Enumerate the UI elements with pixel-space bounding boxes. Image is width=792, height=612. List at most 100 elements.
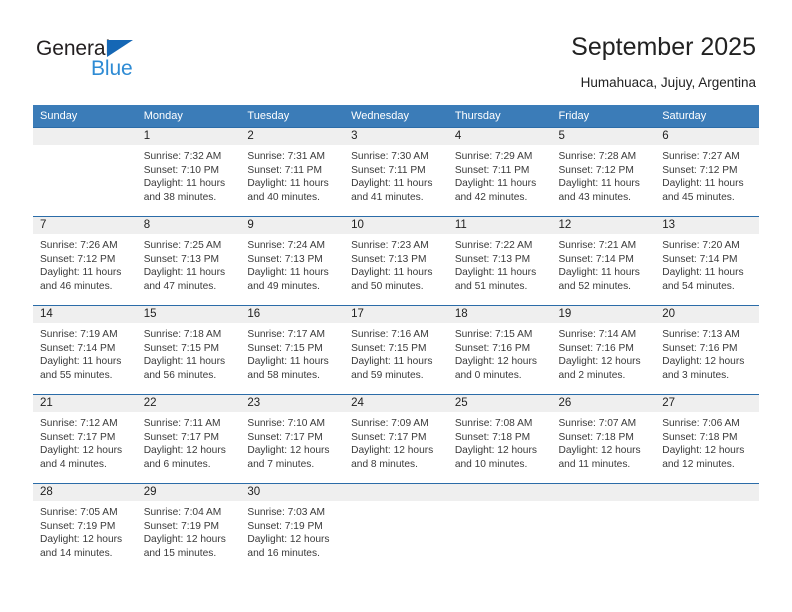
day-number: 5 <box>551 128 656 145</box>
daylight-text-line1: Daylight: 11 hours <box>40 356 122 368</box>
calendar-week-row: 14 Sunrise: 7:19 AM Sunset: 7:14 PM Dayligh… <box>33 305 759 395</box>
daylight-text-line2: and 59 minutes. <box>351 369 424 381</box>
day-details: Sunrise: 7:21 AM Sunset: 7:14 PM Daylight:… <box>552 234 656 293</box>
day-number: 19 <box>551 306 656 323</box>
weekday-header-row: Sunday Monday Tuesday Wednesday Thursday… <box>33 105 759 128</box>
day-details: Sunrise: 7:32 AM Sunset: 7:10 PM Daylight:… <box>137 145 241 204</box>
sunset-text: Sunset: 7:13 PM <box>454 253 531 265</box>
sunrise-text: Sunrise: 7:23 AM <box>351 240 429 251</box>
sunrise-text: Sunrise: 7:16 AM <box>351 329 429 340</box>
daylight-text-line2: and 56 minutes. <box>143 369 217 381</box>
daylight-text-line2: and 10 minutes. <box>454 458 528 470</box>
calendar-day-cell[interactable]: 3 Sunrise: 7:30 AM Sunset: 7:11 PM Daylight… <box>344 127 448 217</box>
sunrise-text: Sunrise: 7:14 AM <box>558 329 637 340</box>
day-number: 27 <box>655 395 759 412</box>
day-number: 14 <box>33 306 137 323</box>
calendar-day-cell[interactable]: 27 Sunrise: 7:06 AM Sunset: 7:18 PM Dayligh… <box>655 394 759 484</box>
general-blue-logo[interactable]: General Blue <box>36 37 166 85</box>
calendar-day-cell[interactable] <box>655 483 759 572</box>
calendar-day: 28 Sunrise: 7:05 AM Sunset: 7:19 PM Dayligh… <box>33 484 137 572</box>
daylight-text-line1: Daylight: 11 hours <box>351 178 433 190</box>
calendar-day-cell[interactable]: 9 Sunrise: 7:24 AM Sunset: 7:13 PM Daylight… <box>240 216 345 306</box>
calendar-day-cell[interactable]: 1 Sunrise: 7:32 AM Sunset: 7:10 PM Daylight… <box>136 127 241 217</box>
calendar-day-cell[interactable]: 12 Sunrise: 7:21 AM Sunset: 7:14 PM Dayligh… <box>551 216 656 306</box>
sunset-text: Sunset: 7:13 PM <box>351 253 427 265</box>
calendar-day-cell[interactable]: 20 Sunrise: 7:13 AM Sunset: 7:16 PM Dayligh… <box>655 305 759 395</box>
day-details: Sunrise: 7:18 AM Sunset: 7:15 PM Daylight:… <box>137 323 241 382</box>
calendar-day-cell[interactable]: 25 Sunrise: 7:08 AM Sunset: 7:18 PM Dayligh… <box>447 394 552 484</box>
sunset-text: Sunset: 7:17 PM <box>40 431 116 443</box>
calendar-day: 16 Sunrise: 7:17 AM Sunset: 7:15 PM Dayligh… <box>240 306 345 394</box>
calendar-day-cell[interactable]: 23 Sunrise: 7:10 AM Sunset: 7:17 PM Dayligh… <box>240 394 345 484</box>
calendar-day-cell[interactable]: 30 Sunrise: 7:03 AM Sunset: 7:19 PM Dayligh… <box>240 483 345 572</box>
calendar-day-cell[interactable] <box>344 483 448 572</box>
calendar-day-cell[interactable] <box>551 483 656 572</box>
calendar-day-cell[interactable] <box>33 127 137 217</box>
calendar-day: 10 Sunrise: 7:23 AM Sunset: 7:13 PM Dayligh… <box>344 217 448 305</box>
day-number: 26 <box>551 395 656 412</box>
daylight-text-line2: and 6 minutes. <box>143 458 211 470</box>
daylight-text-line2: and 51 minutes. <box>454 280 528 292</box>
day-details: Sunrise: 7:25 AM Sunset: 7:13 PM Daylight:… <box>137 234 241 293</box>
calendar-day-cell[interactable]: 7 Sunrise: 7:26 AM Sunset: 7:12 PM Daylight… <box>33 216 137 306</box>
daylight-text-line1: Daylight: 11 hours <box>143 356 226 368</box>
calendar-day-cell[interactable]: 21 Sunrise: 7:12 AM Sunset: 7:17 PM Dayligh… <box>33 394 137 484</box>
sunset-text: Sunset: 7:14 PM <box>662 253 738 265</box>
calendar-day-cell[interactable]: 14 Sunrise: 7:19 AM Sunset: 7:14 PM Dayligh… <box>33 305 137 395</box>
calendar-week-row: 21 Sunrise: 7:12 AM Sunset: 7:17 PM Dayligh… <box>33 394 759 484</box>
calendar-day-cell[interactable]: 19 Sunrise: 7:14 AM Sunset: 7:16 PM Dayligh… <box>551 305 656 395</box>
calendar-day-cell[interactable]: 15 Sunrise: 7:18 AM Sunset: 7:15 PM Dayligh… <box>136 305 241 395</box>
daylight-text-line2: and 47 minutes. <box>143 280 217 292</box>
day-number: 13 <box>655 217 759 234</box>
daylight-text-line1: Daylight: 11 hours <box>454 267 537 279</box>
calendar-day-cell[interactable]: 4 Sunrise: 7:29 AM Sunset: 7:11 PM Daylight… <box>447 127 552 217</box>
calendar-day-cell[interactable]: 18 Sunrise: 7:15 AM Sunset: 7:16 PM Dayligh… <box>447 305 552 395</box>
sunset-text: Sunset: 7:15 PM <box>351 342 427 354</box>
calendar-day: 17 Sunrise: 7:16 AM Sunset: 7:15 PM Dayligh… <box>344 306 448 394</box>
calendar-day-cell[interactable]: 2 Sunrise: 7:31 AM Sunset: 7:11 PM Daylight… <box>240 127 345 217</box>
sunrise-text: Sunrise: 7:27 AM <box>662 151 740 162</box>
calendar-day-cell[interactable]: 24 Sunrise: 7:09 AM Sunset: 7:17 PM Dayligh… <box>344 394 448 484</box>
sunrise-text: Sunrise: 7:15 AM <box>454 329 533 340</box>
calendar-day: 30 Sunrise: 7:03 AM Sunset: 7:19 PM Dayligh… <box>240 484 345 572</box>
sunset-text: Sunset: 7:14 PM <box>558 253 634 265</box>
calendar-day-cell[interactable]: 16 Sunrise: 7:17 AM Sunset: 7:15 PM Dayligh… <box>240 305 345 395</box>
day-number: 1 <box>136 128 241 145</box>
sunrise-text: Sunrise: 7:19 AM <box>40 329 118 340</box>
calendar-day-cell[interactable]: 11 Sunrise: 7:22 AM Sunset: 7:13 PM Dayligh… <box>447 216 552 306</box>
daylight-text-line1: Daylight: 11 hours <box>351 267 433 279</box>
day-number: 23 <box>240 395 345 412</box>
daylight-text-line2: and 2 minutes. <box>558 369 626 381</box>
calendar-day-cell[interactable]: 29 Sunrise: 7:04 AM Sunset: 7:19 PM Dayligh… <box>136 483 241 572</box>
daylight-text-line2: and 8 minutes. <box>351 458 418 470</box>
calendar-day-cell[interactable]: 6 Sunrise: 7:27 AM Sunset: 7:12 PM Daylight… <box>655 127 759 217</box>
calendar-day-cell[interactable]: 22 Sunrise: 7:11 AM Sunset: 7:17 PM Dayligh… <box>136 394 241 484</box>
daylight-text-line2: and 7 minutes. <box>247 458 315 470</box>
calendar-day: 22 Sunrise: 7:11 AM Sunset: 7:17 PM Dayligh… <box>136 395 241 483</box>
day-number: 17 <box>344 306 448 323</box>
calendar-day-cell[interactable] <box>447 483 552 572</box>
day-details: Sunrise: 7:09 AM Sunset: 7:17 PM Daylight:… <box>344 412 448 471</box>
day-details: Sunrise: 7:07 AM Sunset: 7:18 PM Daylight:… <box>552 412 656 471</box>
daylight-text-line1: Daylight: 12 hours <box>351 445 434 457</box>
day-number: 29 <box>136 484 241 501</box>
daylight-text-line1: Daylight: 12 hours <box>247 445 330 457</box>
sunset-text: Sunset: 7:17 PM <box>351 431 427 443</box>
daylight-text-line2: and 3 minutes. <box>662 369 730 381</box>
sunrise-text: Sunrise: 7:25 AM <box>143 240 222 251</box>
daylight-text-line1: Daylight: 12 hours <box>558 445 641 457</box>
weekday-header-sunday: Sunday <box>33 105 137 128</box>
calendar-day-cell[interactable]: 10 Sunrise: 7:23 AM Sunset: 7:13 PM Dayligh… <box>344 216 448 306</box>
calendar-day-cell[interactable]: 28 Sunrise: 7:05 AM Sunset: 7:19 PM Dayligh… <box>33 483 137 572</box>
daylight-text-line1: Daylight: 12 hours <box>40 445 123 457</box>
calendar-day-cell[interactable]: 17 Sunrise: 7:16 AM Sunset: 7:15 PM Dayligh… <box>344 305 448 395</box>
sunset-text: Sunset: 7:16 PM <box>662 342 738 354</box>
calendar-day-cell[interactable]: 26 Sunrise: 7:07 AM Sunset: 7:18 PM Dayligh… <box>551 394 656 484</box>
daylight-text-line1: Daylight: 12 hours <box>40 534 123 546</box>
calendar-body: 1 Sunrise: 7:32 AM Sunset: 7:10 PM Daylight… <box>33 127 759 572</box>
day-details: Sunrise: 7:13 AM Sunset: 7:16 PM Daylight:… <box>655 323 759 382</box>
calendar-day-cell[interactable]: 13 Sunrise: 7:20 AM Sunset: 7:14 PM Dayligh… <box>655 216 759 306</box>
calendar-day-cell[interactable]: 5 Sunrise: 7:28 AM Sunset: 7:12 PM Daylight… <box>551 127 656 217</box>
calendar-day-cell[interactable]: 8 Sunrise: 7:25 AM Sunset: 7:13 PM Daylight… <box>136 216 241 306</box>
sunset-text: Sunset: 7:18 PM <box>662 431 738 443</box>
